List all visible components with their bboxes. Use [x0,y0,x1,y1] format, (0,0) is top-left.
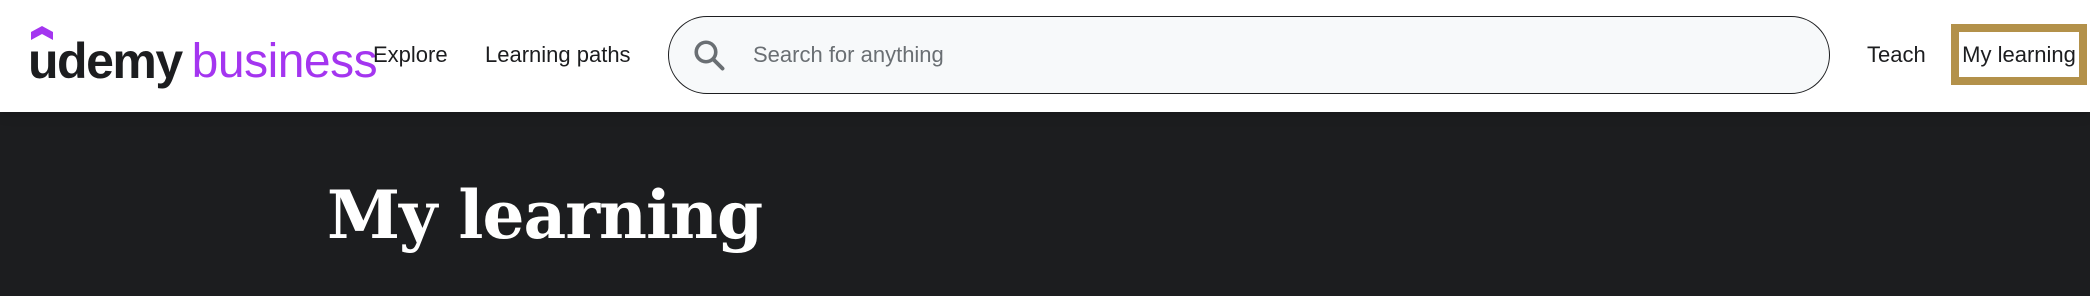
search-icon[interactable] [691,37,727,73]
explore-link[interactable]: Explore [373,38,448,72]
teach-link[interactable]: Teach [1867,38,1926,72]
logo-brand-text: udemy [28,33,183,89]
search-input[interactable] [753,35,1793,75]
logo-brand: udemy [28,26,183,89]
my-learning-link[interactable]: My learning [1951,24,2087,85]
page-title: My learning [327,176,763,254]
udemy-business-logo[interactable]: udemy business [28,22,378,89]
search-bar [668,16,1830,94]
logo-business-text: business [191,35,378,88]
top-navigation-bar: udemy business Explore Learning paths Te… [0,0,2090,112]
hero-banner: My learning [0,112,2090,296]
udemy-hat-icon [31,26,53,40]
learning-paths-link[interactable]: Learning paths [485,38,631,72]
